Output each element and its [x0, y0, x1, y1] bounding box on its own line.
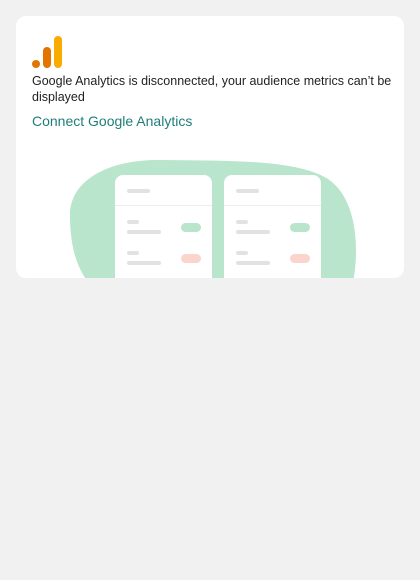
connect-google-analytics-link[interactable]: Connect Google Analytics — [32, 112, 192, 130]
ga-disconnected-card: Google Analytics is disconnected, your a… — [16, 16, 404, 278]
disconnected-message: Google Analytics is disconnected, your a… — [32, 74, 392, 104]
placeholder-panel-right — [224, 175, 321, 278]
google-analytics-logo-icon — [32, 36, 62, 68]
placeholder-panel-left — [115, 175, 212, 278]
analytics-placeholder-illustration — [70, 159, 356, 278]
